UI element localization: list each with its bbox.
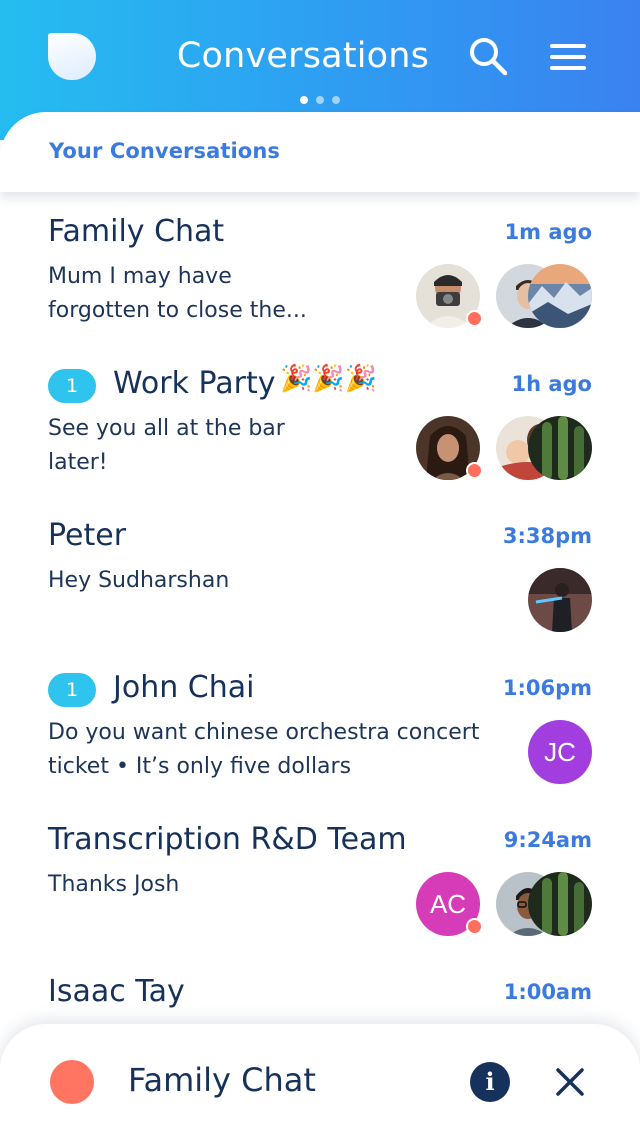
avatar[interactable] — [528, 568, 592, 632]
conversation-name: Isaac Tay — [48, 974, 185, 1009]
page-dot — [316, 96, 324, 104]
menu-line — [550, 55, 586, 59]
party-emoji: 🎉🎉🎉 — [280, 364, 378, 394]
conversation-list: Family Chat 1m ago Mum I may have forgot… — [0, 192, 640, 1022]
conversation-time: 3:38pm — [502, 524, 592, 548]
conversation-preview: Mum I may have forgotten to close the... — [48, 264, 307, 323]
menu-line — [550, 44, 586, 48]
conversation-name: Work Party — [113, 366, 276, 401]
conversation-name: Family Chat — [48, 214, 225, 249]
avatar-photo — [528, 264, 592, 328]
online-status-dot — [466, 462, 483, 479]
conversation-item[interactable]: 1 Work Party 🎉🎉🎉 1h ago See you all at t… — [0, 344, 640, 496]
conversation-time: 1:06pm — [502, 676, 592, 700]
online-status-dot — [466, 310, 483, 327]
conversation-time: 1m ago — [504, 220, 592, 244]
conversation-item[interactable]: Peter 3:38pm Hey Sudharshan — [0, 496, 640, 648]
search-button[interactable] — [466, 34, 510, 78]
active-chat-bar[interactable]: Family Chat i — [0, 1024, 640, 1136]
conversation-name: Peter — [48, 518, 127, 553]
conversation-preview: Thanks Josh — [48, 872, 180, 897]
avatar-group: JC — [352, 720, 592, 784]
avatar-initials[interactable]: JC — [528, 720, 592, 784]
avatar[interactable] — [528, 416, 592, 480]
page-dot — [332, 96, 340, 104]
conversation-preview: Hey Sudharshan — [48, 568, 230, 593]
active-chat-title: Family Chat — [128, 1061, 316, 1099]
conversation-item[interactable]: Transcription R&D Team 9:24am Thanks Jos… — [0, 800, 640, 952]
avatar-photo — [528, 416, 592, 480]
section-header: Your Conversations — [0, 112, 640, 192]
close-button[interactable] — [550, 1062, 590, 1102]
avatar-group: AC — [352, 872, 592, 936]
avatar-group — [352, 568, 592, 632]
avatar-photo — [528, 872, 592, 936]
info-icon[interactable]: i — [470, 1062, 510, 1102]
hamburger-menu-icon[interactable] — [546, 40, 590, 74]
page-title: Conversations — [176, 36, 430, 76]
avatar[interactable] — [528, 872, 592, 936]
conversation-item[interactable]: 1 John Chai 1:06pm Do you want chinese o… — [0, 648, 640, 800]
avatar-group — [352, 264, 592, 328]
avatar-group — [352, 416, 592, 480]
close-icon — [556, 1068, 584, 1096]
conversation-preview: See you all at the bar later! — [48, 416, 285, 475]
search-icon — [470, 38, 508, 76]
online-status-dot — [466, 918, 483, 935]
avatar[interactable] — [528, 264, 592, 328]
conversation-time: 9:24am — [503, 828, 592, 852]
avatar-photo — [528, 568, 592, 632]
page-indicator — [298, 96, 342, 104]
unread-badge: 1 — [48, 369, 96, 403]
app-logo-icon[interactable] — [48, 33, 96, 80]
unread-badge: 1 — [48, 673, 96, 707]
conversation-name: John Chai — [113, 670, 255, 705]
conversation-time: 1:00am — [503, 980, 592, 1004]
conversation-item[interactable]: Family Chat 1m ago Mum I may have forgot… — [0, 192, 640, 344]
section-title: Your Conversations — [49, 139, 280, 163]
conversation-time: 1h ago — [511, 372, 592, 396]
chat-color-indicator — [50, 1060, 94, 1104]
conversation-item[interactable]: Isaac Tay 1:00am — [0, 952, 640, 1022]
menu-line — [550, 66, 586, 70]
conversation-name: Transcription R&D Team — [48, 822, 407, 857]
page-dot-active — [300, 96, 308, 104]
